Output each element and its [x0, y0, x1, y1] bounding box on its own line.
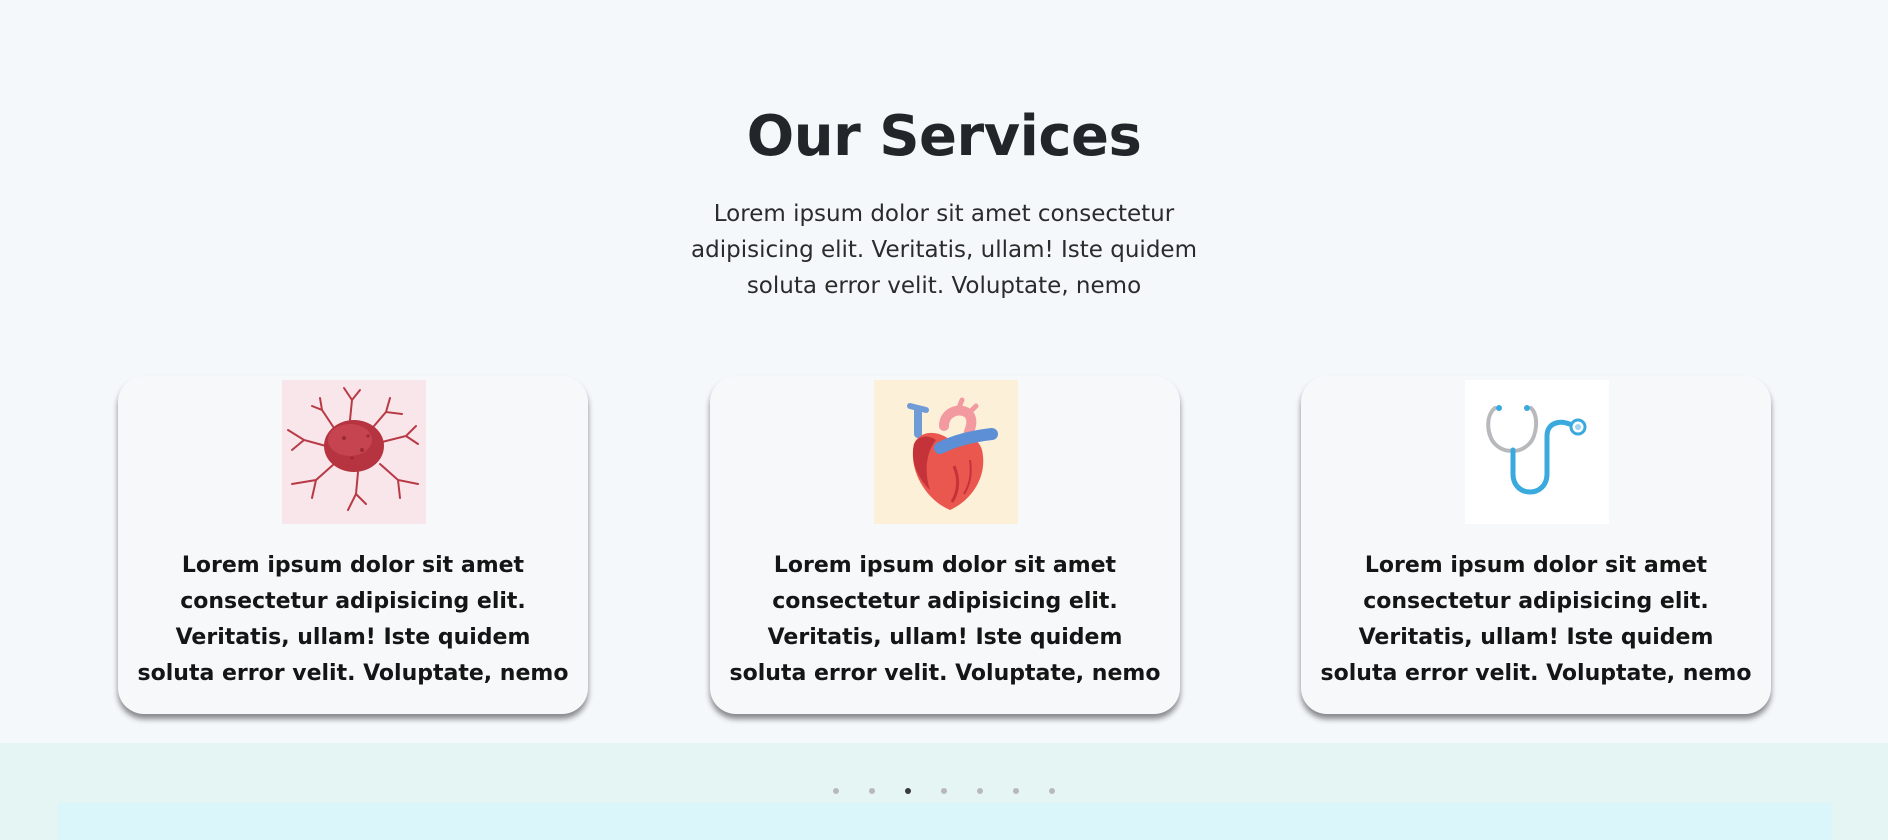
carousel-dot[interactable] — [833, 788, 839, 794]
carousel-dot[interactable] — [869, 788, 875, 794]
service-card[interactable]: Lorem ipsum dolor sit amet consectetur a… — [1301, 376, 1771, 714]
stethoscope-icon — [1465, 380, 1609, 524]
next-section-strip — [58, 803, 1832, 840]
carousel-dot[interactable] — [1013, 788, 1019, 794]
service-card[interactable]: Lorem ipsum dolor sit amet consectetur a… — [710, 376, 1180, 714]
section-subtitle: Lorem ipsum dolor sit amet consectetur a… — [691, 201, 1197, 299]
carousel-pagination — [0, 788, 1888, 794]
heart-icon — [874, 380, 1018, 524]
carousel-dot[interactable] — [977, 788, 983, 794]
service-card-text: Lorem ipsum dolor sit amet consectetur a… — [137, 553, 569, 686]
carousel-dot[interactable] — [941, 788, 947, 794]
tumor-cell-icon — [282, 380, 426, 524]
carousel-dot[interactable] — [1049, 788, 1055, 794]
service-card-text: Lorem ipsum dolor sit amet consectetur a… — [1320, 553, 1752, 686]
service-card-text: Lorem ipsum dolor sit amet consectetur a… — [729, 553, 1161, 686]
section-title: Our Services — [746, 104, 1142, 169]
carousel-dot[interactable] — [905, 788, 911, 794]
service-card[interactable]: Lorem ipsum dolor sit amet consectetur a… — [118, 376, 588, 714]
